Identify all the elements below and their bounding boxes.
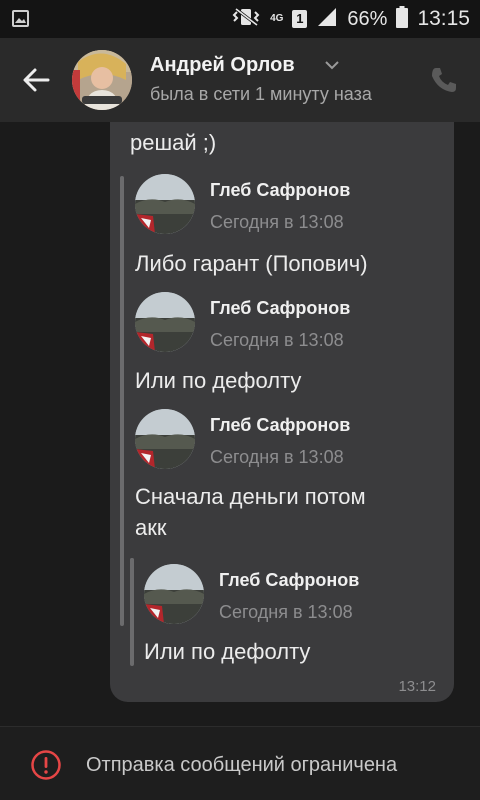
chevron-down-icon[interactable] — [322, 57, 342, 73]
message-bubble[interactable]: решай ;) Глеб Сафронов Сегодня в 13:08 Л… — [110, 122, 454, 702]
avatar[interactable] — [135, 409, 195, 469]
vibrate-icon — [231, 7, 261, 32]
status-time: 13:15 — [417, 7, 470, 30]
forward-text: акк — [135, 515, 167, 540]
contact-name[interactable]: Андрей Орлов — [150, 54, 295, 77]
alert-circle-icon — [31, 750, 61, 780]
call-button[interactable] — [426, 62, 462, 98]
status-bar: 4G 1 66% 13:15 — [0, 0, 480, 38]
forward-author[interactable]: Глеб Сафронов — [210, 180, 350, 201]
message-time: 13:12 — [398, 678, 436, 695]
sim-indicator: 1 — [292, 10, 308, 28]
gallery-icon — [12, 10, 29, 27]
nested-quote-bar — [130, 558, 134, 666]
forward-text: Либо гарант (Попович) — [135, 251, 368, 276]
input-restricted-bar: Отправка сообщений ограничена — [0, 726, 480, 800]
battery-icon — [396, 5, 409, 33]
forward-time: Сегодня в 13:08 — [219, 602, 353, 622]
chat-header: Андрей Орлов была в сети 1 минуту наза — [0, 38, 480, 122]
back-button[interactable] — [14, 58, 58, 102]
signal-icon — [316, 7, 338, 32]
phone-icon — [432, 68, 456, 92]
forward-text: Или по дефолту — [135, 368, 302, 393]
battery-percent: 66% — [347, 7, 388, 30]
forward-author[interactable]: Глеб Сафронов — [210, 415, 350, 436]
back-arrow-icon — [23, 68, 50, 92]
contact-avatar[interactable] — [72, 50, 132, 110]
avatar[interactable] — [135, 174, 195, 234]
message-list[interactable]: решай ;) Глеб Сафронов Сегодня в 13:08 Л… — [0, 122, 480, 726]
forward-quote-bar — [120, 176, 124, 626]
forward-author[interactable]: Глеб Сафронов — [219, 570, 359, 591]
contact-status: была в сети 1 минуту наза — [150, 84, 372, 104]
forward-text: Или по дефолту — [144, 639, 311, 664]
restriction-message: Отправка сообщений ограничена — [86, 754, 398, 776]
forward-time: Сегодня в 13:08 — [210, 212, 344, 232]
message-text: решай ;) — [130, 130, 217, 155]
avatar[interactable] — [144, 564, 204, 624]
forward-author[interactable]: Глеб Сафронов — [210, 298, 350, 319]
forward-time: Сегодня в 13:08 — [210, 330, 344, 350]
forward-time: Сегодня в 13:08 — [210, 447, 344, 467]
forward-text: Сначала деньги потом — [135, 484, 366, 509]
avatar[interactable] — [135, 292, 195, 352]
network-type: 4G — [270, 13, 284, 24]
